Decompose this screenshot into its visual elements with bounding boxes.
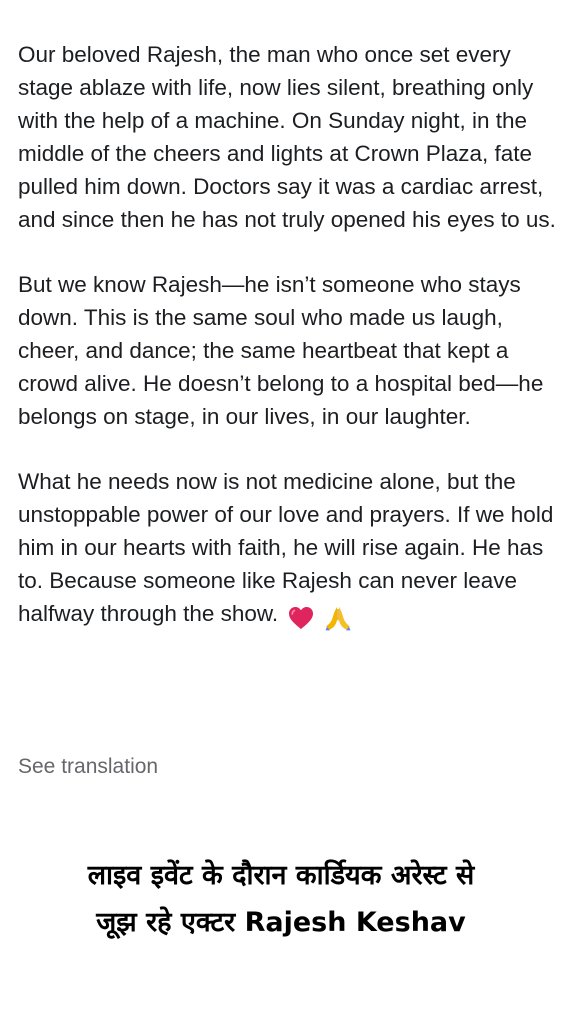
caption-line-1: लाइव इवेंट के दौरान कार्डियक अरेस्ट से xyxy=(87,860,475,891)
post-body: Our beloved Rajesh, the man who once set… xyxy=(18,38,558,633)
post-paragraph-1: Our beloved Rajesh, the man who once set… xyxy=(18,42,556,232)
see-translation-link[interactable]: See translation xyxy=(18,753,158,781)
caption-line-2: जूझ रहे एक्टर Rajesh Keshav xyxy=(96,907,466,938)
heart-emoji xyxy=(288,600,314,633)
post-paragraph-3-text: What he needs now is not medicine alone,… xyxy=(18,469,554,626)
hindi-caption: लाइव इवेंट के दौरान कार्डियक अरेस्ट से ज… xyxy=(0,852,562,946)
post-card: Our beloved Rajesh, the man who once set… xyxy=(0,0,562,800)
post-paragraph-2: But we know Rajesh—he isn’t someone who … xyxy=(18,272,544,429)
praying-hands-emoji xyxy=(324,600,352,633)
post-paragraph-3: What he needs now is not medicine alone,… xyxy=(18,465,558,633)
